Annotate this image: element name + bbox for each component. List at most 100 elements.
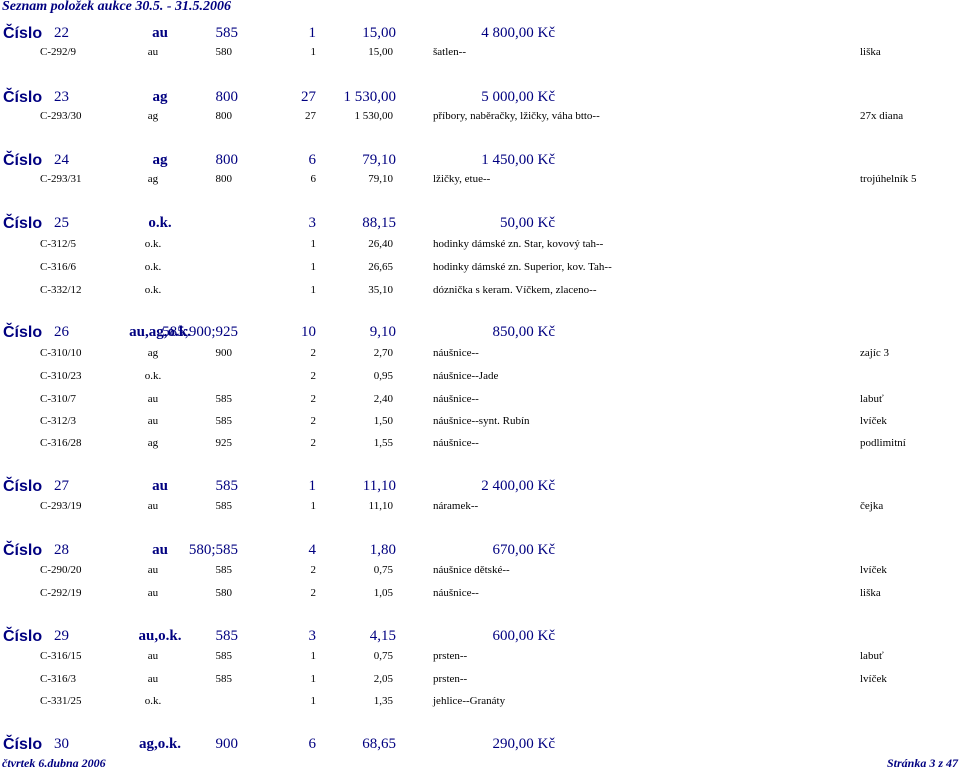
- item-description: šatlen--: [433, 46, 466, 58]
- item-description: náušnice--: [433, 437, 479, 449]
- item-quantity-text: 2: [310, 437, 317, 449]
- item-weight-text: 1,05: [373, 587, 393, 599]
- item-row: C-310/23 o.k. 2 0,95 náušnice--Jade: [0, 369, 960, 385]
- item-description: hodinky dámské zn. Superior, kov. Tah--: [433, 261, 612, 273]
- lot-weight-text: 1 530,00: [343, 89, 397, 105]
- item-inventory-number: C-310/7: [40, 393, 77, 405]
- lot-label: Číslo: [3, 152, 43, 169]
- item-inventory-number: C-312/3: [40, 415, 77, 427]
- item-weight-text: 11,10: [368, 500, 393, 512]
- item-note: čejka: [860, 500, 884, 512]
- item-note: liška: [860, 46, 881, 58]
- item-row: C-290/20 au 585 2 0,75 náušnice dětské-- lvíče…: [0, 563, 960, 579]
- item-inventory-number: C-332/12: [40, 284, 82, 296]
- item-description: náramek--: [433, 500, 479, 512]
- lot-metal-text: au: [152, 478, 168, 494]
- lot-quantity-text: 1: [308, 478, 317, 494]
- item-note: podlimitní: [860, 437, 906, 449]
- item-description: jehlice--Granáty: [433, 695, 506, 707]
- item-fineness-text: 580: [215, 46, 233, 58]
- footer-page-number: Stránka 3 z 47: [886, 756, 958, 770]
- lot-weight-text: 11,10: [362, 478, 396, 494]
- lot-quantity-text: 3: [308, 215, 317, 231]
- item-quantity-text: 1: [310, 284, 317, 296]
- item-quantity-text: 1: [310, 695, 317, 707]
- item-quantity-text: 1: [310, 46, 317, 58]
- item-inventory-number: C-316/28: [40, 437, 82, 449]
- lot-header-row: Číslo 24 ag 800 6 79,10 1 450,00 Kč: [0, 151, 960, 171]
- item-metal-text: au: [147, 587, 159, 599]
- item-quantity-text: 1: [310, 261, 317, 273]
- lot-quantity-text: 3: [308, 628, 317, 644]
- lot-quantity-text: 27: [301, 89, 316, 105]
- lot-label: Číslo: [3, 89, 43, 106]
- lot-label: Číslo: [3, 324, 43, 341]
- lot-number: 23: [54, 89, 69, 105]
- item-inventory-number: C-316/6: [40, 261, 77, 273]
- lot-price-text: 290,00 Kč: [492, 736, 556, 752]
- lot-quantity-text: 1: [308, 25, 317, 41]
- item-quantity-text: 2: [310, 393, 317, 405]
- lot-number: 27: [54, 478, 69, 494]
- item-note: lvíček: [860, 673, 887, 685]
- item-row: C-293/19 au 585 1 11,10 náramek-- čejka: [0, 499, 960, 515]
- lot-metal-text: au: [152, 25, 168, 41]
- item-inventory-number: C-290/20: [40, 564, 82, 576]
- item-quantity-text: 1: [310, 500, 317, 512]
- lot-number: 22: [54, 25, 69, 41]
- item-metal-text: au: [147, 393, 159, 405]
- item-description: náušnice--: [433, 587, 479, 599]
- lot-number: 26: [54, 324, 69, 340]
- lot-header-row: Číslo 27 au 585 1 11,10 2 400,00 Kč: [0, 477, 960, 497]
- item-metal-text: au: [147, 564, 159, 576]
- lot-header-row: Číslo 28 au 580;585 4 1,80 670,00 Kč: [0, 541, 960, 561]
- lot-price-text: 850,00 Kč: [492, 324, 556, 340]
- item-row: C-316/3 au 585 1 2,05 prsten-- lvíček: [0, 672, 960, 688]
- item-quantity-text: 1: [310, 650, 317, 662]
- item-inventory-number: C-316/3: [40, 673, 77, 685]
- item-fineness-text: 585: [215, 564, 233, 576]
- item-description: hodinky dámské zn. Star, kovový tah--: [433, 238, 604, 250]
- item-row: C-316/28 ag 925 2 1,55 náušnice-- podlimitní: [0, 436, 960, 452]
- item-metal-text: au: [147, 415, 159, 427]
- item-inventory-number: C-292/9: [40, 46, 77, 58]
- item-weight-text: 15,00: [368, 46, 393, 58]
- item-description: příbory, naběračky, lžičky, váha btto--: [433, 110, 600, 122]
- item-weight-text: 2,05: [373, 673, 393, 685]
- lot-number: 28: [54, 542, 69, 558]
- item-weight-text: 0,75: [373, 564, 393, 576]
- item-row: C-293/30 ag 800 27 1 530,00 příbory, naběračk…: [0, 109, 960, 125]
- item-fineness-text: 925: [215, 437, 233, 449]
- item-quantity-text: 1: [310, 673, 317, 685]
- lot-header-row: Číslo 29 au,o.k. 585 3 4,15 600,00 Kč: [0, 627, 960, 647]
- item-note: zajíc 3: [860, 347, 890, 359]
- lot-weight-text: 9,10: [369, 324, 396, 340]
- item-description: náušnice--synt. Rubín: [433, 415, 530, 427]
- lot-quantity-text: 6: [308, 736, 317, 752]
- lot-price-text: 4 800,00 Kč: [481, 25, 555, 41]
- item-quantity-text: 1: [310, 238, 317, 250]
- item-fineness-text: 800: [215, 173, 233, 185]
- item-weight-text: 79,10: [368, 173, 393, 185]
- lot-quantity-text: 4: [308, 542, 317, 558]
- item-fineness-text: 580: [215, 587, 233, 599]
- item-weight-text: 2,70: [373, 347, 393, 359]
- lot-fineness-text: 585: [215, 478, 239, 494]
- lot-number: 30: [54, 736, 69, 752]
- lot-weight-text: 79,10: [362, 152, 396, 168]
- lot-fineness-text: 585: [215, 25, 239, 41]
- item-inventory-number: C-316/15: [40, 650, 82, 662]
- item-row: C-292/9 au 580 1 15,00 šatlen-- liška: [0, 45, 960, 61]
- lot-fineness-text: 800: [215, 152, 239, 168]
- item-inventory-number: C-310/23: [40, 370, 82, 382]
- item-inventory-number: C-293/31: [40, 173, 82, 185]
- item-metal-text: ag: [147, 437, 159, 449]
- item-weight-text: 1,55: [373, 437, 393, 449]
- item-note: liška: [860, 587, 881, 599]
- lot-fineness-text: 585;900;925: [162, 324, 238, 340]
- item-quantity-text: 6: [310, 173, 317, 185]
- lot-header-row: Číslo 30 ag,o.k. 900 6 68,65 290,00 Kč: [0, 735, 960, 755]
- lot-label: Číslo: [3, 25, 43, 42]
- lot-header-row: Číslo 22 au 585 1 15,00 4 800,00 Kč: [0, 24, 960, 44]
- item-quantity-text: 27: [305, 110, 316, 122]
